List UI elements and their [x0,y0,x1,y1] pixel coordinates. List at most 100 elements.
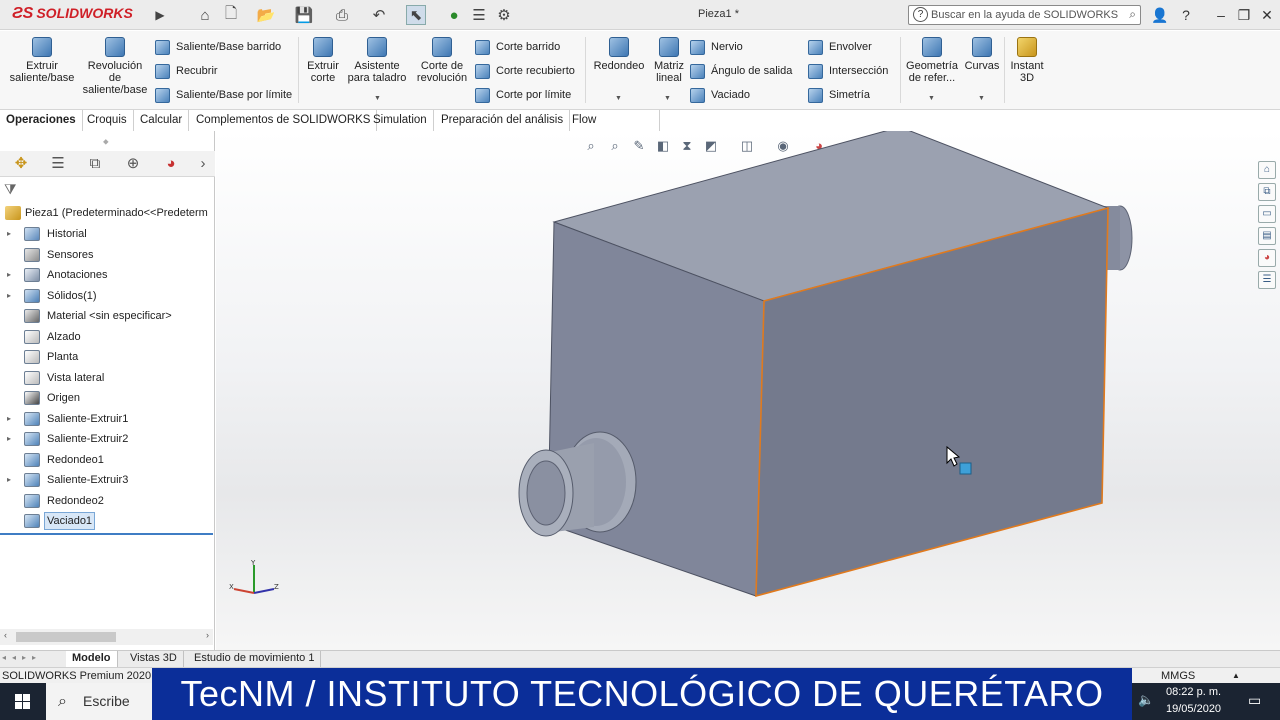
tab-simulation[interactable]: Simulation [367,110,434,131]
curves-dropdown-icon[interactable]: ▼ [978,95,985,102]
scroll-thumb[interactable] [16,632,116,642]
clock-date[interactable]: 19/05/2020 [1166,703,1221,715]
intersect-button[interactable]: Intersección [808,62,888,80]
rib-button[interactable]: Nervio [690,38,743,56]
boundary-boss-button[interactable]: Saliente/Base por límite [155,86,292,104]
tree-root-part[interactable]: Pieza1 (Predeterminado<<Predeterm [0,203,213,223]
tree-item-3[interactable]: ▸ Sólidos(1) [0,286,213,306]
expand-arrow-icon[interactable]: ▸ [7,429,11,449]
minimize-icon[interactable]: – [1211,5,1231,25]
hole-wizard-dropdown-icon[interactable]: ▼ [374,95,381,102]
close-icon[interactable]: ✕ [1257,5,1277,25]
boundary-cut-button[interactable]: Corte por límite [475,86,571,104]
new-doc-icon[interactable]: 🗋 [221,5,241,25]
draft-button[interactable]: Ángulo de salida [690,62,792,80]
units-dropdown-icon[interactable]: ▲ [1232,669,1240,683]
undo-icon[interactable]: ↶ [369,5,389,25]
extrude-boss-button[interactable]: Extruir saliente/base [8,37,76,84]
solidworks-logo[interactable]: ƧS SOLIDWORKS [12,5,133,23]
rollback-bar[interactable] [0,532,213,535]
home-icon[interactable]: ⌂ [195,5,215,25]
expand-arrow-icon[interactable]: ▸ [7,409,11,429]
shell-button[interactable]: Vaciado [690,86,750,104]
tree-item-14[interactable]: Vaciado1 [0,511,213,531]
tab-operaciones[interactable]: Operaciones [0,110,83,131]
tree-item-2[interactable]: ▸ Anotaciones [0,265,213,285]
tree-item-9[interactable]: ▸ Saliente-Extruir1 [0,409,213,429]
tab-preparacion-analisis[interactable]: Preparación del análisis [435,110,571,131]
select-icon[interactable]: ⬉ [406,5,426,25]
view-palette-icon[interactable]: ▤ [1258,227,1276,245]
taskbar-search-input[interactable]: ⌕ Escribe aqu [46,683,152,720]
panel-grip-icon[interactable]: ⬥ [103,137,109,147]
tab-calcular[interactable]: Calcular [134,110,190,131]
expand-arrow-icon[interactable]: ▸ [7,470,11,490]
tree-item-10[interactable]: ▸ Saliente-Extruir2 [0,429,213,449]
horizontal-scrollbar[interactable]: ‹ › [0,629,213,645]
restore-icon[interactable]: ❐ [1234,5,1254,25]
swept-boss-button[interactable]: Saliente/Base barrido [155,38,281,56]
start-button[interactable] [0,683,46,720]
part-model-3d[interactable] [216,131,1280,650]
expand-arrow-icon[interactable]: ▸ [7,224,11,244]
revolve-cut-button[interactable]: Corte de revolución [413,37,471,84]
tab-croquis[interactable]: Croquis [81,110,134,131]
instant3d-button[interactable]: Instant 3D [1007,37,1047,84]
help-icon[interactable]: ? [1176,5,1196,25]
pattern-dropdown-icon[interactable]: ▼ [664,95,671,102]
swept-cut-button[interactable]: Corte barrido [475,38,560,56]
open-icon[interactable]: 📂 [256,5,276,25]
custom-properties-icon[interactable]: ☰ [1258,271,1276,289]
tree-item-11[interactable]: Redondeo1 [0,450,213,470]
clock-time[interactable]: 08:22 p. m. [1166,686,1221,698]
tree-item-1[interactable]: Sensores [0,245,213,265]
curves-button[interactable]: Curvas [963,37,1001,72]
dimxpert-icon[interactable]: ⊕ [122,154,144,174]
menu-expand-icon[interactable]: ▶ [150,5,170,25]
tree-item-5[interactable]: Alzado [0,327,213,347]
print-icon[interactable]: ⎙ [332,5,352,25]
expand-arrow-icon[interactable]: ▸ [7,286,11,306]
extrude-cut-button[interactable]: Extruir corte [304,37,342,84]
ref-geometry-dropdown-icon[interactable]: ▼ [928,95,935,102]
property-manager-icon[interactable]: ☰ [47,154,69,174]
tree-item-7[interactable]: Vista lateral [0,368,213,388]
file-explorer-icon[interactable]: ▭ [1258,205,1276,223]
wrap-button[interactable]: Envolver [808,38,872,56]
lofted-cut-button[interactable]: Corte recubierto [475,62,575,80]
tree-item-0[interactable]: ▸ Historial [0,224,213,244]
revolve-boss-button[interactable]: Revolución de saliente/base [82,37,148,96]
tab-modelo[interactable]: Modelo [66,651,118,667]
mirror-button[interactable]: Simetría [808,86,870,104]
feature-tree-icon[interactable]: ✥ [10,154,32,174]
expand-arrow-icon[interactable]: ▸ [7,265,11,285]
graphics-area[interactable]: ⌕ ⌕ ✎ ◧ ⧗ ◩ ◫ ◉ ◕ ◕ ▭ ◧ ◨ – ❐ ✕ [216,131,1280,650]
tab-vistas-3d[interactable]: Vistas 3D [124,651,184,667]
volume-icon[interactable]: 🔈 [1138,692,1154,708]
scroll-left-icon[interactable]: ‹ [4,630,7,640]
tree-item-8[interactable]: Origen [0,388,213,408]
save-icon[interactable]: 💾 [294,5,314,25]
configuration-manager-icon[interactable]: ⧉ [84,154,106,174]
user-icon[interactable]: 👤 [1150,5,1170,25]
display-manager-icon[interactable]: ◕ [160,154,182,174]
file-props-icon[interactable]: ☰ [469,5,489,25]
reference-geometry-button[interactable]: Geometría de refer... [903,37,961,84]
options-icon[interactable]: ⚙ [494,5,514,25]
help-search-input[interactable]: ? Buscar en la ayuda de SOLIDWORKS ⌕ [908,5,1141,25]
units-selector[interactable]: MMGS [1161,669,1195,683]
linear-pattern-button[interactable]: Matriz lineal [650,37,688,84]
tree-item-6[interactable]: Planta [0,347,213,367]
fillet-dropdown-icon[interactable]: ▼ [615,95,622,102]
tree-item-13[interactable]: Redondeo2 [0,491,213,511]
tree-item-12[interactable]: ▸ Saliente-Extruir3 [0,470,213,490]
tab-scroll-icons[interactable]: ◂◂▸▸ [2,653,42,662]
tab-estudio-movimiento[interactable]: Estudio de movimiento 1 [188,651,322,667]
tree-item-4[interactable]: Material <sin especificar> [0,306,213,326]
solidworks-resources-icon[interactable]: ⌂ [1258,161,1276,179]
design-library-icon[interactable]: ⧉ [1258,183,1276,201]
fillet-button[interactable]: Redondeo [590,37,648,72]
hole-wizard-button[interactable]: Asistente para taladro [345,37,409,84]
tab-complementos[interactable]: Complementos de SOLIDWORKS [190,110,378,131]
filter-icon[interactable]: ⧩ [4,181,17,198]
